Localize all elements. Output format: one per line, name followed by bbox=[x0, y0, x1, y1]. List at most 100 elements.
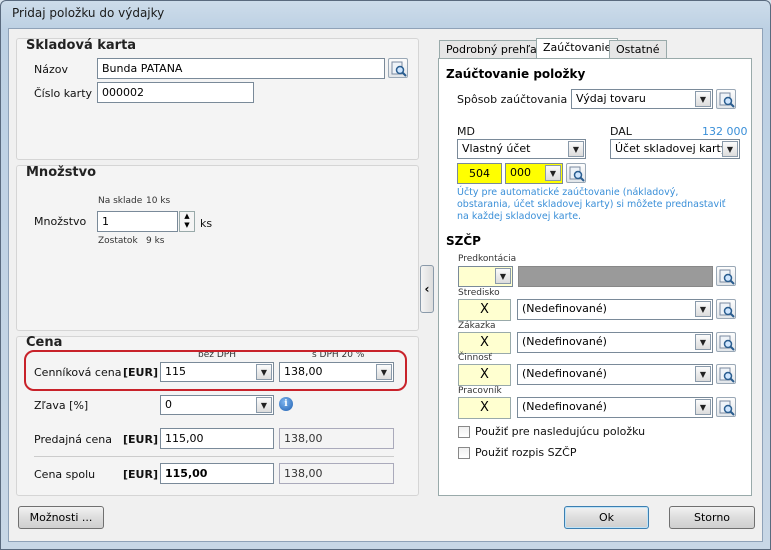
pracovnik-lookup-button[interactable] bbox=[716, 397, 736, 417]
chevron-down-icon[interactable]: ▼ bbox=[545, 165, 561, 181]
rozpis-label: Použiť rozpis SZČP bbox=[475, 446, 577, 459]
cennikova-bez-value: 115 bbox=[165, 365, 186, 378]
cinnost-value: (Nedefinované) bbox=[522, 367, 607, 380]
predajna-currency: [EUR] bbox=[123, 433, 158, 446]
chevron-down-icon[interactable]: ▼ bbox=[256, 397, 272, 413]
dal-combo[interactable]: Účet skladovej karty ▼ bbox=[610, 139, 740, 159]
chevron-down-icon[interactable]: ▼ bbox=[695, 301, 711, 317]
magnifier-icon bbox=[719, 367, 735, 383]
zakazka-value: (Nedefinované) bbox=[522, 335, 607, 348]
dal-value: Účet skladovej karty bbox=[615, 142, 728, 155]
anal-ucet-combo[interactable]: 000 ▼ bbox=[505, 163, 563, 184]
spin-down-icon[interactable]: ▼ bbox=[180, 221, 194, 230]
stredisko-label: Stredisko bbox=[458, 288, 500, 298]
cennikova-s-value: 138,00 bbox=[284, 365, 323, 378]
chevron-down-icon[interactable]: ▼ bbox=[568, 141, 584, 157]
tab-podrobny-prehlad[interactable]: Podrobný prehľad bbox=[439, 40, 551, 59]
nasledujucu-label: Použiť pre nasledujúcu položku bbox=[475, 425, 646, 438]
synt-ucet-input[interactable]: 504 bbox=[457, 163, 502, 184]
sposob-lookup-button[interactable] bbox=[716, 89, 736, 109]
chevron-down-icon[interactable]: ▼ bbox=[256, 364, 272, 380]
chevron-down-icon[interactable]: ▼ bbox=[695, 91, 711, 107]
nasledujucu-checkbox[interactable] bbox=[458, 426, 470, 438]
pracovnik-value: (Nedefinované) bbox=[522, 400, 607, 413]
mnozstvo-group bbox=[16, 165, 419, 331]
spolu-label: Cena spolu bbox=[34, 468, 96, 481]
zakazka-label: Zákazka bbox=[458, 321, 496, 331]
window-title: Pridaj položku do výdajky bbox=[12, 6, 165, 20]
spolu-bez-input[interactable]: 115,00 bbox=[160, 463, 274, 484]
spin-up-icon[interactable]: ▲ bbox=[180, 212, 194, 221]
zauctovanie-title: Zaúčtovanie položky bbox=[446, 67, 586, 81]
stredisko-combo[interactable]: (Nedefinované) ▼ bbox=[517, 299, 713, 320]
mnozstvo-unit: ks bbox=[200, 217, 213, 230]
zakazka-lookup-button[interactable] bbox=[716, 332, 736, 352]
pracovnik-combo[interactable]: (Nedefinované) ▼ bbox=[517, 397, 713, 418]
nazov-lookup-button[interactable] bbox=[388, 58, 408, 78]
na-sklade-label: Na sklade bbox=[98, 196, 143, 206]
predkontacia-lookup-button[interactable] bbox=[716, 266, 736, 286]
magnifier-icon bbox=[391, 61, 407, 77]
stredisko-lookup-button[interactable] bbox=[716, 299, 736, 319]
predkontacia-disabled-field bbox=[518, 266, 713, 287]
mnozstvo-title: Množstvo bbox=[26, 165, 97, 180]
ucty-info-text: Účty pre automatické zaúčtovanie (náklad… bbox=[457, 187, 726, 222]
chevron-down-icon[interactable]: ▼ bbox=[376, 364, 392, 380]
magnifier-icon bbox=[719, 269, 735, 285]
stredisko-code[interactable]: X bbox=[458, 299, 511, 321]
ok-button[interactable]: Ok bbox=[564, 506, 649, 529]
collapse-panel-button[interactable]: ‹ bbox=[420, 265, 434, 313]
chevron-down-icon[interactable]: ▼ bbox=[695, 334, 711, 350]
ucet-lookup-button[interactable] bbox=[566, 163, 586, 183]
sposob-combo[interactable]: Výdaj tovaru ▼ bbox=[571, 89, 713, 109]
pracovnik-label: Pracovník bbox=[458, 386, 502, 396]
sposob-value: Výdaj tovaru bbox=[576, 92, 646, 105]
cennikova-label: Cenníková cena bbox=[34, 366, 122, 379]
sposob-label: Spôsob zaúčtovania bbox=[457, 93, 568, 106]
nazov-label: Názov bbox=[34, 63, 68, 76]
chevron-down-icon[interactable]: ▼ bbox=[495, 268, 511, 284]
zlava-value: 0 bbox=[165, 398, 172, 411]
chevron-down-icon[interactable]: ▼ bbox=[695, 399, 711, 415]
predkontacia-label: Predkontácia bbox=[458, 254, 517, 264]
cinnost-code[interactable]: X bbox=[458, 364, 511, 386]
zakazka-code[interactable]: X bbox=[458, 332, 511, 354]
predkontacia-combo[interactable]: ▼ bbox=[458, 266, 513, 287]
magnifier-icon bbox=[719, 400, 735, 416]
info-icon[interactable]: i bbox=[279, 397, 293, 411]
storno-button[interactable]: Storno bbox=[669, 506, 755, 529]
predajna-label: Predajná cena bbox=[34, 433, 113, 446]
mnozstvo-input[interactable]: 1 bbox=[97, 211, 178, 232]
chevron-down-icon[interactable]: ▼ bbox=[722, 141, 738, 157]
cennikova-s-combo[interactable]: 138,00 ▼ bbox=[279, 362, 394, 382]
cennikova-bez-combo[interactable]: 115 ▼ bbox=[160, 362, 274, 382]
rozpis-checkbox[interactable] bbox=[458, 447, 470, 459]
chevron-down-icon[interactable]: ▼ bbox=[695, 366, 711, 382]
cinnost-combo[interactable]: (Nedefinované) ▼ bbox=[517, 364, 713, 385]
cislo-input[interactable]: 000002 bbox=[97, 82, 254, 103]
magnifier-icon bbox=[719, 302, 735, 318]
nazov-input[interactable]: Bunda PATANA bbox=[97, 58, 385, 79]
mnozstvo-spinner[interactable]: ▲ ▼ bbox=[179, 211, 195, 232]
md-combo[interactable]: Vlastný účet ▼ bbox=[457, 139, 586, 159]
chevron-left-icon: ‹ bbox=[424, 282, 430, 296]
zakazka-combo[interactable]: (Nedefinované) ▼ bbox=[517, 332, 713, 353]
cena-divider bbox=[34, 456, 394, 457]
dal-label: DAL bbox=[610, 125, 632, 138]
tab-zauctovanie[interactable]: Zaúčtovanie bbox=[536, 38, 619, 59]
cinnost-lookup-button[interactable] bbox=[716, 364, 736, 384]
spolu-currency: [EUR] bbox=[123, 468, 158, 481]
magnifier-icon bbox=[719, 335, 735, 351]
moznosti-button[interactable]: Možnosti ... bbox=[18, 506, 104, 529]
cinnost-label: Činnosť bbox=[458, 353, 492, 363]
mnozstvo-label: Množstvo bbox=[34, 215, 87, 228]
zlava-combo[interactable]: 0 ▼ bbox=[160, 395, 274, 415]
dal-account: 132 000 bbox=[702, 125, 748, 138]
tab-ostatne[interactable]: Ostatné bbox=[609, 40, 667, 59]
na-sklade-value: 10 ks bbox=[146, 196, 171, 206]
pracovnik-code[interactable]: X bbox=[458, 397, 511, 419]
zostatok-value: 9 ks bbox=[146, 236, 165, 246]
predajna-bez-input[interactable]: 115,00 bbox=[160, 428, 274, 449]
zostatok-label: Zostatok bbox=[98, 236, 138, 246]
magnifier-icon bbox=[569, 166, 585, 182]
